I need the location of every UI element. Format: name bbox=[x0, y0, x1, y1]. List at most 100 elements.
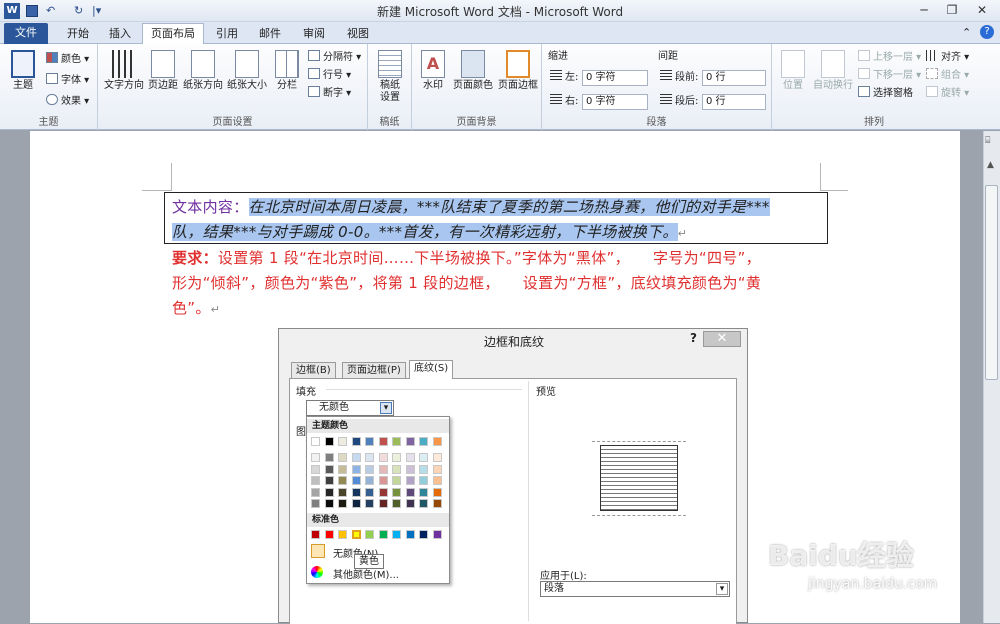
theme-shade-swatch[interactable] bbox=[351, 476, 361, 485]
dialog-help-button[interactable]: ? bbox=[690, 331, 697, 345]
tab-borders[interactable]: 边框(B) bbox=[291, 362, 336, 379]
theme-shade-swatch[interactable] bbox=[311, 453, 320, 462]
yellow-color-swatch[interactable] bbox=[351, 530, 361, 539]
align-button[interactable]: 对齐 ▾ bbox=[926, 50, 969, 65]
tab-review[interactable]: 审阅 bbox=[296, 24, 332, 44]
close-button[interactable]: ✕ bbox=[972, 2, 992, 18]
theme-shade-swatch[interactable] bbox=[392, 464, 401, 474]
tab-shading[interactable]: 底纹(S) bbox=[409, 360, 454, 379]
restore-button[interactable]: ❐ bbox=[942, 2, 962, 18]
selection-pane-button[interactable]: 选择窗格 bbox=[858, 86, 913, 101]
page-color-button[interactable]: 页面颜色 bbox=[452, 50, 494, 92]
theme-shade-swatch[interactable] bbox=[378, 464, 388, 474]
theme-shade-swatch[interactable] bbox=[324, 487, 334, 497]
tab-insert[interactable]: 插入 bbox=[102, 24, 138, 44]
theme-shade-swatch[interactable] bbox=[392, 476, 401, 485]
tab-references[interactable]: 引用 bbox=[210, 24, 244, 44]
theme-color-swatch[interactable] bbox=[324, 437, 334, 446]
scrollbar-thumb[interactable] bbox=[985, 185, 998, 380]
theme-shade-swatch[interactable] bbox=[419, 476, 428, 485]
theme-shade-swatch[interactable] bbox=[324, 499, 334, 508]
draft-settings-button[interactable]: 稿纸 设置 bbox=[372, 50, 408, 104]
theme-shade-swatch[interactable] bbox=[432, 499, 442, 508]
hyphenation-button[interactable]: 断字 ▾ bbox=[308, 86, 351, 101]
colors-button[interactable]: 颜色 ▾ bbox=[46, 52, 89, 67]
theme-shade-swatch[interactable] bbox=[311, 464, 320, 474]
standard-color-swatch[interactable] bbox=[324, 530, 334, 539]
theme-shade-swatch[interactable] bbox=[378, 487, 388, 497]
theme-color-swatch[interactable] bbox=[405, 437, 415, 446]
tab-page-layout[interactable]: 页面布局 bbox=[142, 23, 204, 45]
orientation-button[interactable]: 纸张方向 bbox=[182, 50, 224, 92]
theme-shade-swatch[interactable] bbox=[324, 464, 334, 474]
theme-shade-swatch[interactable] bbox=[324, 476, 334, 485]
paragraph-1-line-2[interactable]: 队，结果***与对手踢成 0-0。***首发，有一次精彩远射，下半场被换下。↵ bbox=[172, 220, 687, 246]
theme-shade-swatch[interactable] bbox=[311, 487, 320, 497]
theme-shade-swatch[interactable] bbox=[392, 487, 401, 497]
theme-shade-swatch[interactable] bbox=[338, 499, 347, 508]
theme-shade-swatch[interactable] bbox=[432, 487, 442, 497]
theme-shade-swatch[interactable] bbox=[351, 499, 361, 508]
theme-shade-swatch[interactable] bbox=[405, 487, 415, 497]
tab-home[interactable]: 开始 bbox=[58, 24, 98, 44]
theme-shade-swatch[interactable] bbox=[324, 453, 334, 462]
apply-to-dropdown[interactable]: 段落 ▾ bbox=[540, 581, 730, 597]
theme-shade-swatch[interactable] bbox=[405, 453, 415, 462]
minimize-button[interactable]: ─ bbox=[914, 2, 934, 18]
theme-shade-swatch[interactable] bbox=[405, 464, 415, 474]
theme-shade-swatch[interactable] bbox=[351, 487, 361, 497]
theme-shade-swatch[interactable] bbox=[338, 487, 347, 497]
theme-shade-swatch[interactable] bbox=[311, 476, 320, 485]
tab-page-border[interactable]: 页面边框(P) bbox=[342, 362, 406, 379]
standard-color-swatch[interactable] bbox=[392, 530, 401, 539]
columns-button[interactable]: 分栏 bbox=[272, 50, 302, 92]
wrap-text-button[interactable]: 自动换行 bbox=[812, 50, 854, 92]
theme-shade-swatch[interactable] bbox=[378, 476, 388, 485]
fill-color-dropdown[interactable]: 无颜色 ▾ bbox=[306, 400, 394, 416]
theme-shade-swatch[interactable] bbox=[365, 476, 374, 485]
paragraph-1-line-1[interactable]: 文本内容：在北京时间本周日凌晨，***队结束了夏季的第二场热身赛，他们的对手是*… bbox=[172, 195, 770, 219]
theme-color-swatch[interactable] bbox=[432, 437, 442, 446]
tab-file[interactable]: 文件 bbox=[4, 23, 48, 44]
standard-color-swatch[interactable] bbox=[405, 530, 415, 539]
group-objects-button[interactable]: 组合 ▾ bbox=[926, 68, 969, 83]
theme-shade-swatch[interactable] bbox=[365, 464, 374, 474]
theme-shade-swatch[interactable] bbox=[338, 453, 347, 462]
theme-shade-swatch[interactable] bbox=[351, 453, 361, 462]
theme-shade-swatch[interactable] bbox=[405, 499, 415, 508]
theme-shade-swatch[interactable] bbox=[365, 487, 374, 497]
theme-color-swatch[interactable] bbox=[365, 437, 374, 446]
standard-color-swatch[interactable] bbox=[338, 530, 347, 539]
watermark-button[interactable]: A 水印 bbox=[416, 50, 450, 92]
theme-shade-swatch[interactable] bbox=[311, 499, 320, 508]
theme-color-swatch[interactable] bbox=[338, 437, 347, 446]
theme-color-swatch[interactable] bbox=[311, 437, 320, 446]
theme-shade-swatch[interactable] bbox=[432, 453, 442, 462]
bring-forward-button[interactable]: 上移一层 ▾ bbox=[858, 50, 921, 65]
indent-left-input[interactable]: 0 字符 bbox=[582, 70, 648, 86]
text-direction-button[interactable]: 文字方向 bbox=[102, 50, 146, 92]
theme-shade-swatch[interactable] bbox=[392, 499, 401, 508]
theme-color-swatch[interactable] bbox=[378, 437, 388, 446]
standard-color-swatch[interactable] bbox=[365, 530, 374, 539]
theme-shade-swatch[interactable] bbox=[378, 499, 388, 508]
theme-shade-swatch[interactable] bbox=[419, 464, 428, 474]
theme-shade-swatch[interactable] bbox=[419, 499, 428, 508]
theme-color-swatch[interactable] bbox=[392, 437, 401, 446]
spacing-after-input[interactable]: 0 行 bbox=[702, 94, 766, 110]
theme-shade-swatch[interactable] bbox=[432, 476, 442, 485]
standard-color-swatch[interactable] bbox=[378, 530, 388, 539]
theme-color-swatch[interactable] bbox=[419, 437, 428, 446]
tab-view[interactable]: 视图 bbox=[340, 24, 376, 44]
indent-right-input[interactable]: 0 字符 bbox=[582, 94, 648, 110]
help-icon[interactable]: ? bbox=[980, 25, 994, 39]
theme-shade-swatch[interactable] bbox=[365, 453, 374, 462]
standard-color-swatch[interactable] bbox=[311, 530, 320, 539]
rotate-button[interactable]: 旋转 ▾ bbox=[926, 86, 969, 101]
breaks-button[interactable]: 分隔符 ▾ bbox=[308, 50, 361, 65]
theme-shade-swatch[interactable] bbox=[392, 453, 401, 462]
theme-shade-swatch[interactable] bbox=[378, 453, 388, 462]
standard-color-swatch[interactable] bbox=[419, 530, 428, 539]
effects-button[interactable]: 效果 ▾ bbox=[46, 94, 89, 109]
tab-mailings[interactable]: 邮件 bbox=[252, 24, 288, 44]
